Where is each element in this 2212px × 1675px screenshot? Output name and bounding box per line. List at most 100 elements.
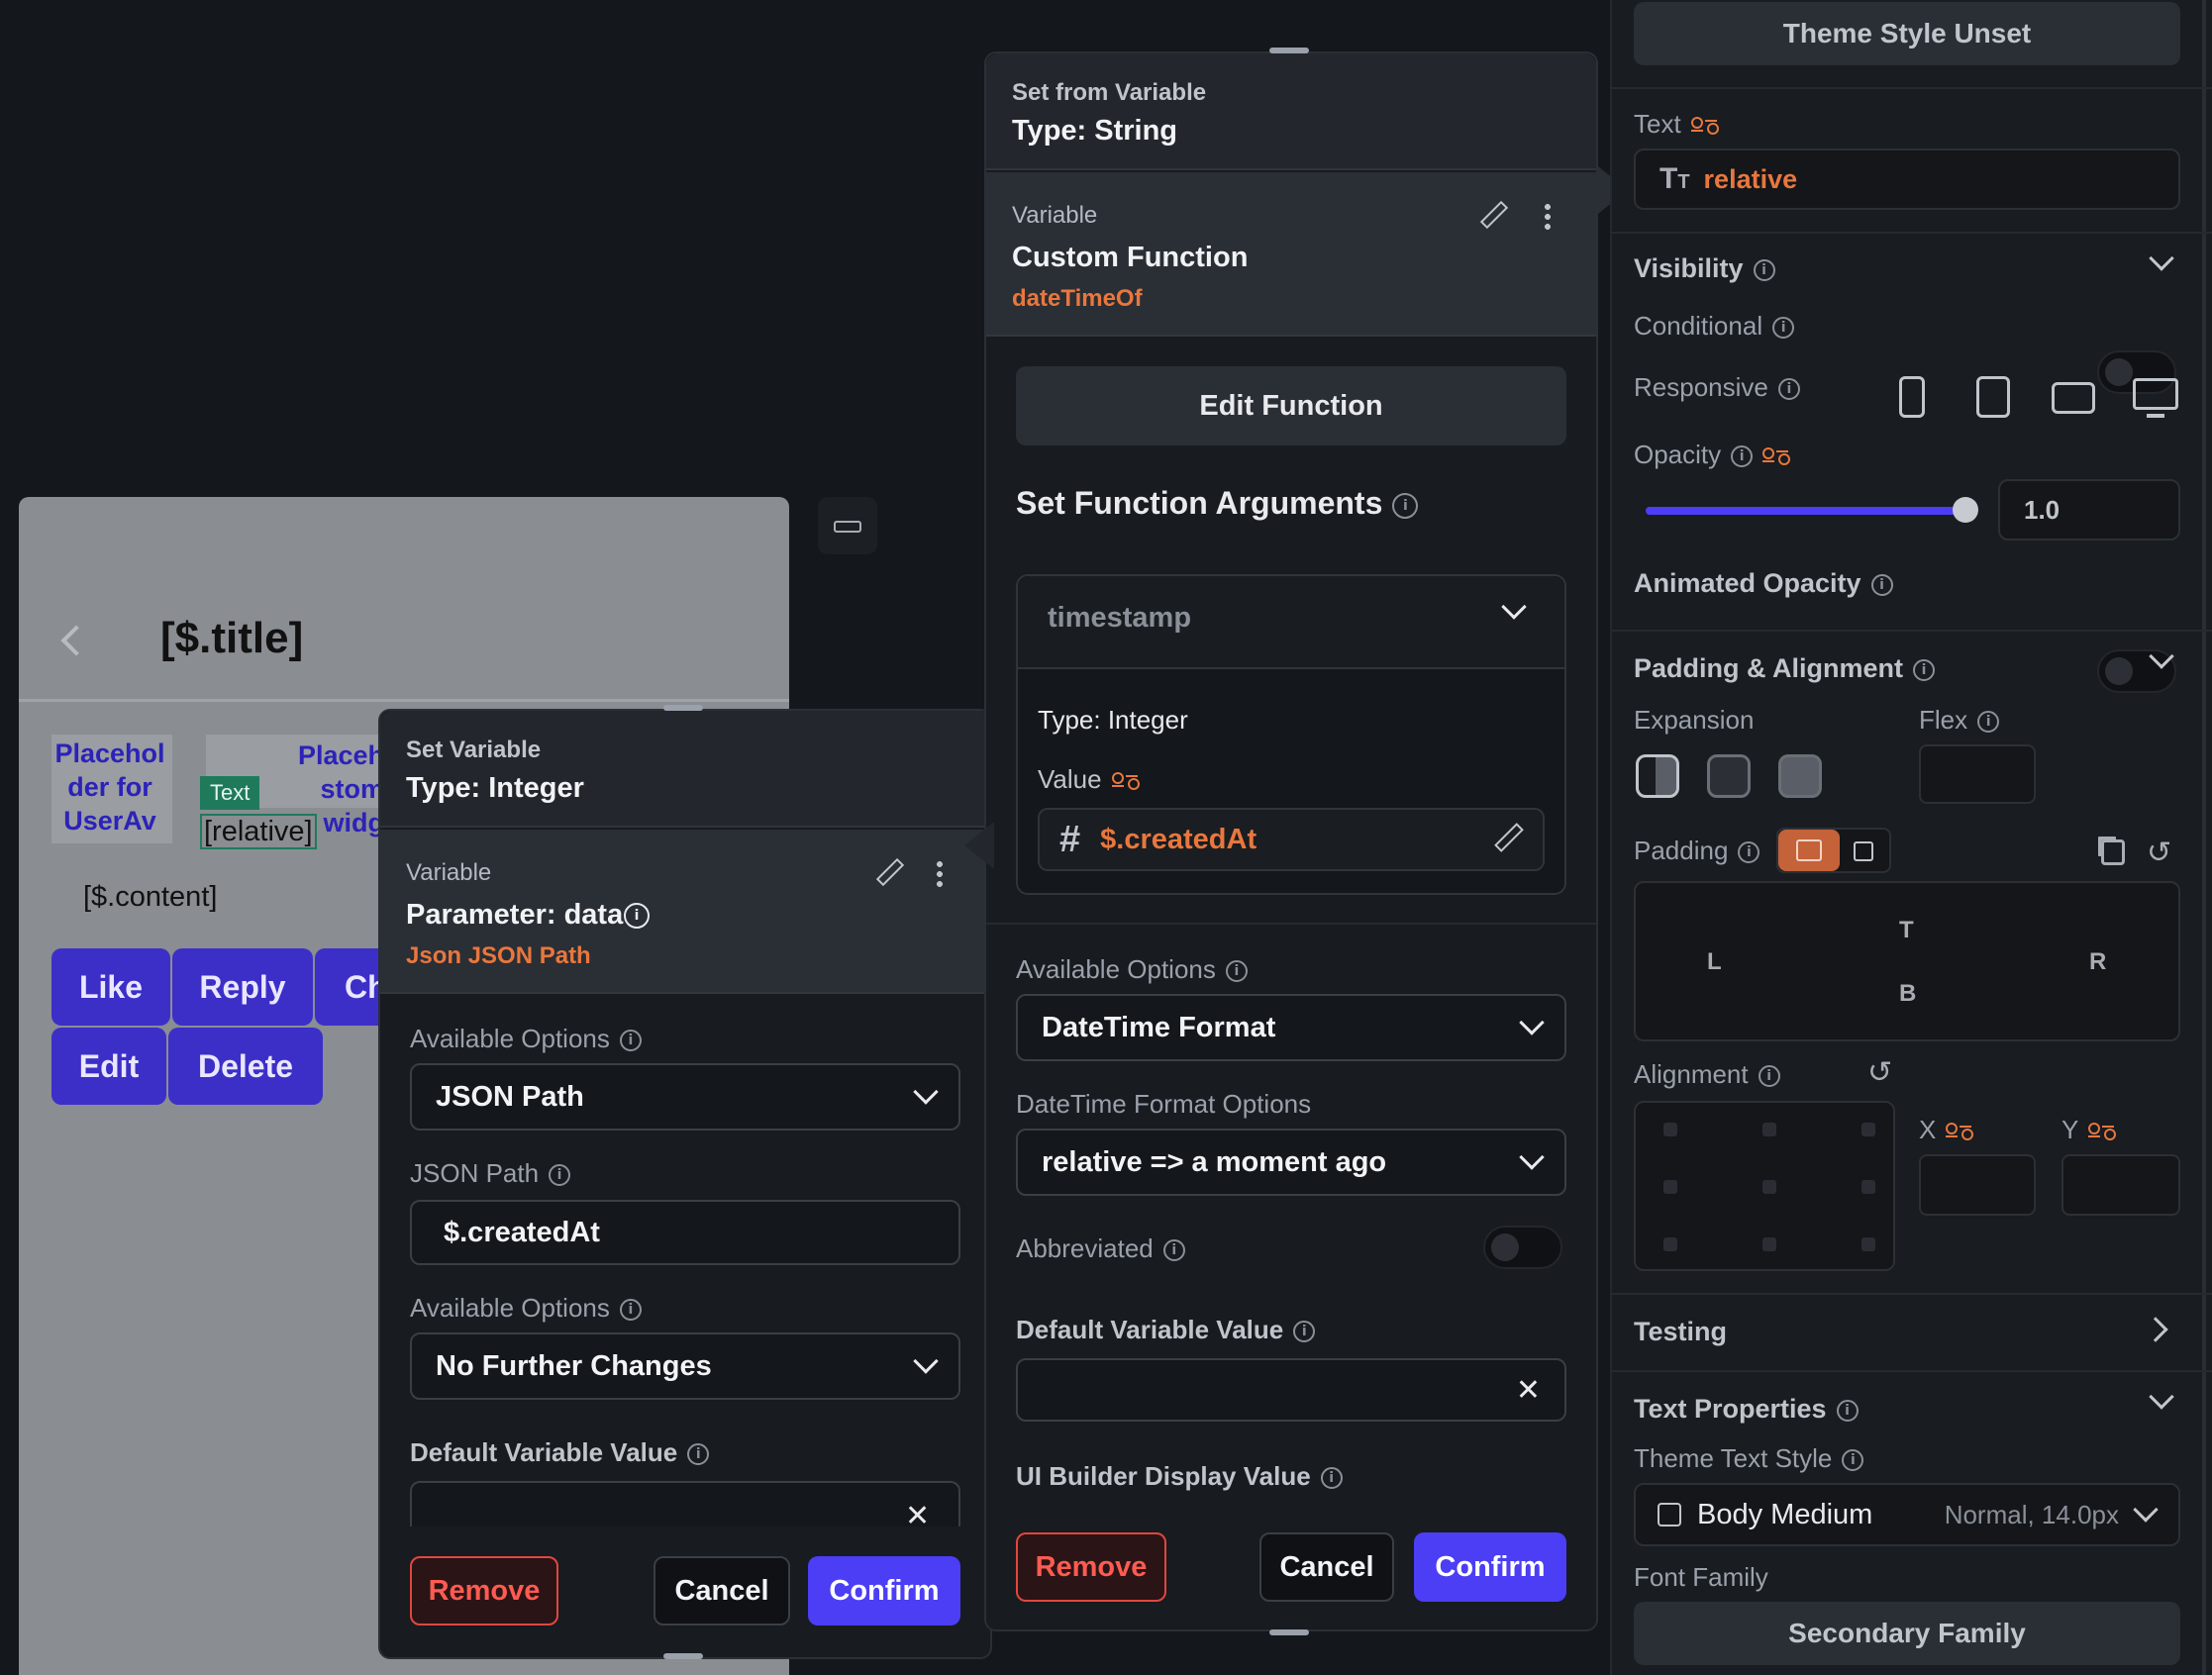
info-icon[interactable]: i — [1162, 1239, 1185, 1262]
variable-icon[interactable] — [1946, 1121, 1974, 1142]
x-input[interactable] — [1919, 1154, 2036, 1216]
default-value-input[interactable]: ✕ — [1016, 1358, 1566, 1422]
clear-icon[interactable]: ✕ — [1516, 1373, 1541, 1408]
info-icon[interactable]: i — [1870, 573, 1893, 596]
padding-alignment-header[interactable]: Padding & Alignment i — [1634, 653, 1935, 684]
info-icon[interactable]: i — [624, 903, 650, 929]
datetime-format-dropdown[interactable]: DateTime Format — [1016, 994, 1566, 1061]
reply-button[interactable]: Reply — [172, 948, 313, 1026]
padding-right[interactable]: R — [2089, 948, 2106, 976]
ui-builder-display-label: UI Builder Display Value i — [1016, 1461, 1343, 1492]
relative-text[interactable]: [relative] — [200, 814, 317, 849]
info-icon[interactable]: i — [1913, 658, 1935, 681]
confirm-button[interactable]: Confirm — [1414, 1532, 1566, 1602]
info-icon[interactable]: i — [1758, 1065, 1780, 1088]
info-icon[interactable]: i — [1842, 1449, 1864, 1472]
remove-button[interactable]: Remove — [410, 1556, 558, 1626]
cancel-button[interactable]: Cancel — [1259, 1532, 1394, 1602]
padding-uniform-button[interactable] — [1778, 830, 1840, 871]
info-icon[interactable]: i — [1772, 317, 1795, 340]
edit-pencil-icon[interactable] — [1493, 822, 1525, 853]
font-family-button[interactable]: Secondary Family — [1634, 1602, 2180, 1665]
variable-label: Variable — [1012, 202, 1098, 229]
padding-top[interactable]: T — [1899, 917, 1914, 944]
confirm-button[interactable]: Confirm — [808, 1556, 960, 1626]
info-icon[interactable]: i — [549, 1164, 571, 1187]
info-icon[interactable]: i — [1977, 711, 2000, 734]
text-value: relative — [1703, 163, 1798, 194]
drag-handle[interactable] — [663, 1653, 703, 1659]
info-icon[interactable]: i — [1738, 841, 1760, 864]
expansion-flexible-icon[interactable] — [1707, 754, 1751, 798]
variable-icon[interactable] — [1690, 115, 1719, 137]
keyboard-toggle-button[interactable] — [818, 497, 877, 554]
testing-header[interactable]: Testing — [1634, 1317, 1727, 1347]
remove-button[interactable]: Remove — [1016, 1532, 1166, 1602]
variable-label: Variable — [406, 859, 492, 886]
datetime-options-label: DateTime Format Options — [1016, 1089, 1312, 1119]
theme-style-button[interactable]: Theme Style Unset — [1634, 2, 2180, 65]
panel-scrollbar[interactable] — [2202, 0, 2206, 1675]
variable-source: dateTimeOf — [1012, 285, 1143, 312]
visibility-header[interactable]: Visibility i — [1634, 253, 1775, 284]
padding-label: Padding i — [1634, 836, 1760, 866]
argument-value-field[interactable]: # $.createdAt — [1038, 808, 1545, 871]
variable-icon[interactable] — [1111, 770, 1140, 792]
theme-text-style-dropdown[interactable]: Body Medium Normal, 14.0px — [1634, 1483, 2180, 1546]
page-title[interactable]: [$.title] — [160, 614, 303, 663]
reset-icon[interactable]: ↺ — [1867, 1055, 1892, 1090]
json-path-input[interactable]: $.createdAt — [410, 1200, 960, 1265]
content-text[interactable]: [$.content] — [83, 881, 217, 914]
text-properties-header[interactable]: Text Properties i — [1634, 1394, 1859, 1425]
padding-bottom[interactable]: B — [1899, 980, 1916, 1008]
tablet-landscape-icon[interactable] — [2052, 382, 2095, 414]
more-vert-icon[interactable] — [1545, 202, 1551, 232]
datetime-options-dropdown[interactable]: relative => a moment ago — [1016, 1129, 1566, 1196]
edit-button[interactable]: Edit — [51, 1028, 166, 1105]
y-input[interactable] — [2061, 1154, 2180, 1216]
desktop-icon[interactable] — [2133, 378, 2178, 410]
info-icon[interactable]: i — [1293, 1321, 1316, 1343]
drag-handle[interactable] — [1269, 1629, 1309, 1635]
default-value-input[interactable] — [410, 1481, 960, 1527]
alignment-grid[interactable] — [1634, 1101, 1895, 1271]
text-style-checkbox[interactable] — [1658, 1503, 1681, 1527]
info-icon[interactable]: i — [687, 1443, 710, 1466]
expansion-expanded-icon[interactable] — [1778, 754, 1822, 798]
info-icon[interactable]: i — [1392, 492, 1419, 519]
edit-pencil-icon[interactable] — [875, 857, 905, 887]
flex-input[interactable] — [1919, 744, 2036, 804]
info-icon[interactable]: i — [1225, 960, 1248, 983]
available-options-dropdown[interactable]: JSON Path — [410, 1063, 960, 1131]
info-icon[interactable]: i — [619, 1030, 642, 1052]
text-value-field[interactable]: TT relative — [1634, 148, 2180, 210]
variable-icon[interactable] — [1762, 445, 1791, 467]
info-icon[interactable]: i — [619, 1299, 642, 1322]
clear-icon[interactable]: ✕ — [905, 1499, 930, 1533]
phone-icon[interactable] — [1899, 376, 1925, 418]
info-icon[interactable]: i — [1320, 1467, 1343, 1490]
chevron-down-icon — [913, 1348, 939, 1374]
info-icon[interactable]: i — [1777, 378, 1800, 401]
set-variable-label: Set Variable — [406, 737, 542, 763]
padding-individual-icon[interactable] — [1854, 841, 1873, 861]
info-icon[interactable]: i — [1753, 258, 1775, 281]
delete-button[interactable]: Delete — [168, 1028, 323, 1105]
edit-pencil-icon[interactable] — [1479, 200, 1509, 230]
further-changes-dropdown[interactable]: No Further Changes — [410, 1332, 960, 1400]
reset-icon[interactable]: ↺ — [2147, 836, 2171, 870]
more-vert-icon[interactable] — [937, 859, 943, 889]
like-button[interactable]: Like — [51, 948, 170, 1026]
opacity-slider-track[interactable] — [1646, 497, 1979, 523]
copy-icon[interactable] — [2101, 839, 2125, 865]
tablet-icon[interactable] — [1976, 376, 2010, 418]
expansion-tight-icon[interactable] — [1636, 754, 1679, 798]
variable-icon[interactable] — [2088, 1121, 2117, 1142]
opacity-input[interactable]: 1.0 — [1998, 479, 2180, 541]
info-icon[interactable]: i — [1731, 445, 1754, 468]
padding-left[interactable]: L — [1707, 948, 1722, 976]
abbreviated-toggle[interactable] — [1483, 1226, 1562, 1269]
cancel-button[interactable]: Cancel — [654, 1556, 790, 1626]
info-icon[interactable]: i — [1836, 1399, 1859, 1422]
edit-function-button[interactable]: Edit Function — [1016, 366, 1566, 445]
